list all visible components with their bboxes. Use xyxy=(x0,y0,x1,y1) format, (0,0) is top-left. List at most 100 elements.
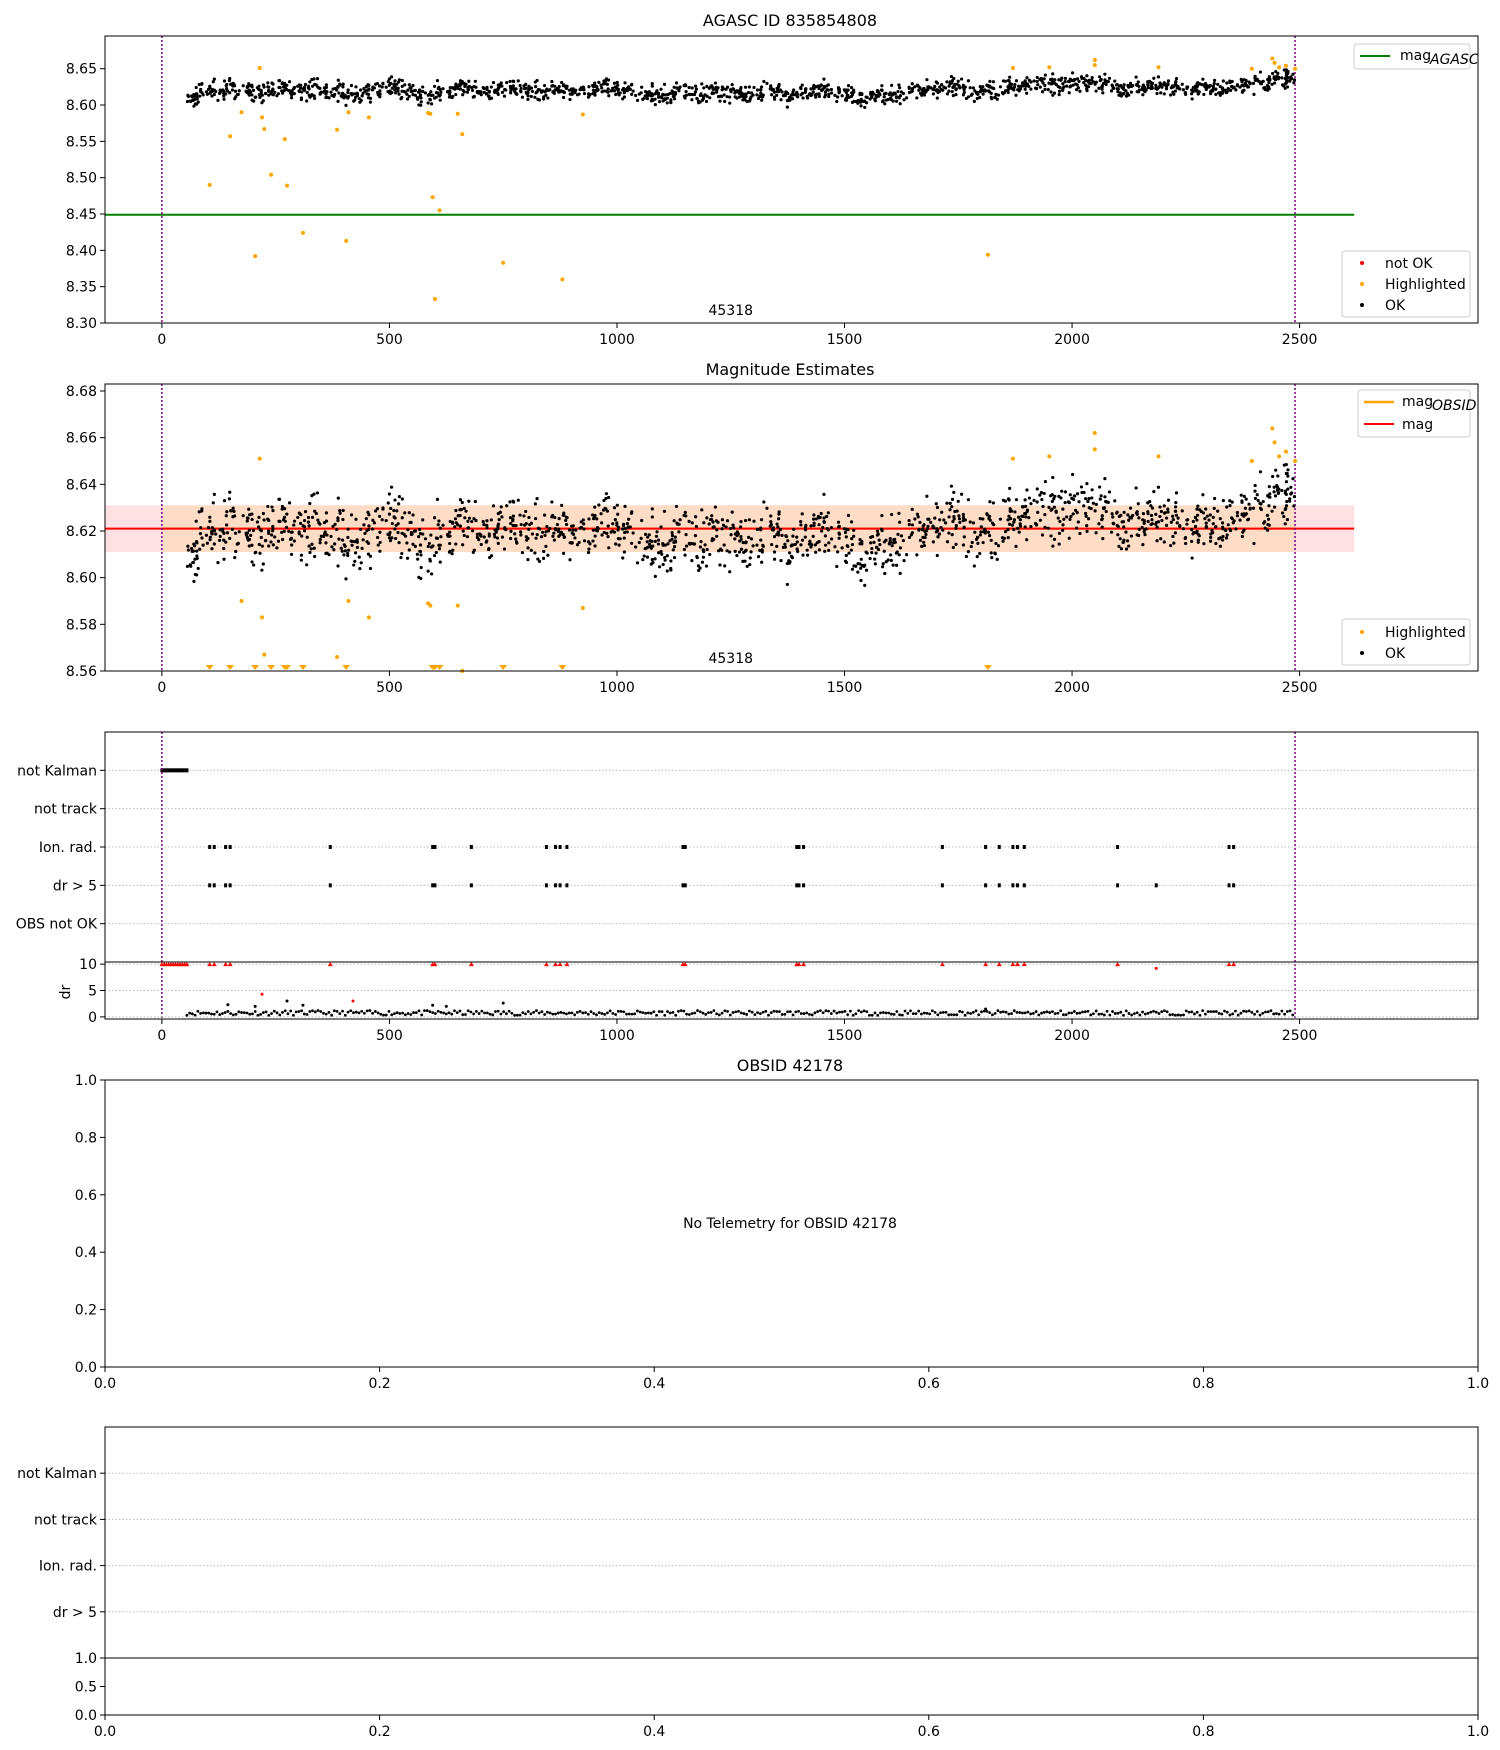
ok-point xyxy=(302,87,307,91)
ok-point xyxy=(913,517,917,521)
ok-point xyxy=(353,92,357,96)
ok-point xyxy=(880,514,884,518)
ok-point xyxy=(536,88,540,92)
ok-point xyxy=(1137,90,1141,94)
ok-point xyxy=(284,87,289,91)
ok-point xyxy=(281,85,286,89)
ok-point xyxy=(964,554,969,559)
ok-point xyxy=(487,532,491,536)
ok-point xyxy=(1111,521,1115,525)
dr-ok-point xyxy=(1026,1010,1030,1014)
ok-point xyxy=(496,87,500,92)
dr-ok-point xyxy=(1116,1011,1120,1015)
ok-point xyxy=(829,537,834,541)
ok-point xyxy=(803,87,808,92)
ok-point xyxy=(266,504,270,509)
ok-point xyxy=(696,564,701,568)
dr-ok-point xyxy=(398,1012,402,1015)
ok-point xyxy=(653,574,657,579)
ok-point xyxy=(823,534,828,538)
ok-point xyxy=(511,523,515,528)
ok-point xyxy=(377,514,382,518)
dr-ok-point xyxy=(526,1010,530,1013)
ok-point xyxy=(259,529,263,533)
ok-point xyxy=(935,527,939,531)
ok-point xyxy=(461,543,465,547)
ok-point xyxy=(1027,78,1032,82)
dr-ok-point xyxy=(775,1010,779,1013)
ok-point xyxy=(865,551,869,555)
ok-point xyxy=(1127,518,1131,522)
ok-point xyxy=(586,550,591,555)
dr-ok-point xyxy=(210,1012,213,1016)
dr-ok-point xyxy=(657,1010,661,1013)
ok-point xyxy=(568,97,572,102)
ok-point xyxy=(536,557,540,561)
ok-point xyxy=(759,518,764,522)
ok-point xyxy=(597,503,601,507)
ok-point xyxy=(466,519,470,523)
obsid-annotation: 45318 xyxy=(708,303,753,319)
ok-point xyxy=(870,547,874,551)
ok-point xyxy=(872,540,876,545)
ok-point xyxy=(713,81,718,85)
category-label: dr > 5 xyxy=(53,878,97,894)
y-tick-label: 1.0 xyxy=(75,1651,97,1667)
ok-point xyxy=(1251,506,1256,510)
ok-point xyxy=(749,95,753,99)
ok-point xyxy=(1266,522,1270,527)
ok-point xyxy=(1129,84,1134,89)
ok-point xyxy=(461,88,465,93)
dr-ok-point xyxy=(535,1009,538,1013)
ok-point xyxy=(947,89,951,93)
dr-ok-point xyxy=(283,1009,287,1013)
ok-point xyxy=(769,514,773,518)
no-telemetry-message: No Telemetry for OBSID 42178 xyxy=(683,1216,897,1232)
ok-point xyxy=(1001,539,1005,543)
y-tick-label: 0.0 xyxy=(75,1708,97,1724)
ok-point xyxy=(429,533,433,537)
ok-point xyxy=(1166,510,1170,514)
highlighted-point xyxy=(1249,66,1254,71)
category-label: OBS not OK xyxy=(16,917,98,933)
ok-point xyxy=(1075,77,1080,81)
ok-point xyxy=(577,540,581,545)
ok-point xyxy=(524,509,528,514)
ok-point xyxy=(437,547,442,551)
ok-point xyxy=(772,550,777,554)
ok-point xyxy=(335,88,339,92)
ok-point xyxy=(952,490,956,494)
ok-point xyxy=(416,557,420,561)
ok-point xyxy=(1218,544,1222,548)
ok-point xyxy=(259,535,263,540)
ok-point xyxy=(994,541,998,546)
ok-point xyxy=(397,92,401,96)
ok-point xyxy=(777,510,781,514)
ok-point xyxy=(208,515,212,519)
ok-point xyxy=(1183,536,1188,540)
ok-point xyxy=(735,90,739,94)
ok-point xyxy=(970,92,974,96)
ok-point xyxy=(324,551,328,555)
ok-point xyxy=(1289,492,1293,496)
ok-point xyxy=(1267,81,1271,85)
dr-ok-point xyxy=(1250,1010,1254,1014)
ok-point xyxy=(888,540,892,545)
dr-ok-point xyxy=(857,1009,861,1013)
ok-point xyxy=(210,526,214,530)
ok-point xyxy=(552,538,556,542)
dr-ok-point xyxy=(663,1013,667,1017)
highlighted-point xyxy=(1010,456,1015,461)
ok-point xyxy=(755,527,760,531)
dr-ok-point xyxy=(330,1013,334,1017)
ok-point xyxy=(998,517,1003,521)
dr-ok-point xyxy=(501,1001,505,1005)
ok-point xyxy=(262,518,266,522)
dr-ok-point xyxy=(1037,1013,1041,1017)
ok-point xyxy=(336,99,340,104)
ok-point xyxy=(270,505,274,509)
ok-point xyxy=(458,87,462,91)
ok-point xyxy=(792,88,796,92)
ok-point xyxy=(876,532,880,536)
dr-ok-point xyxy=(821,1011,825,1015)
